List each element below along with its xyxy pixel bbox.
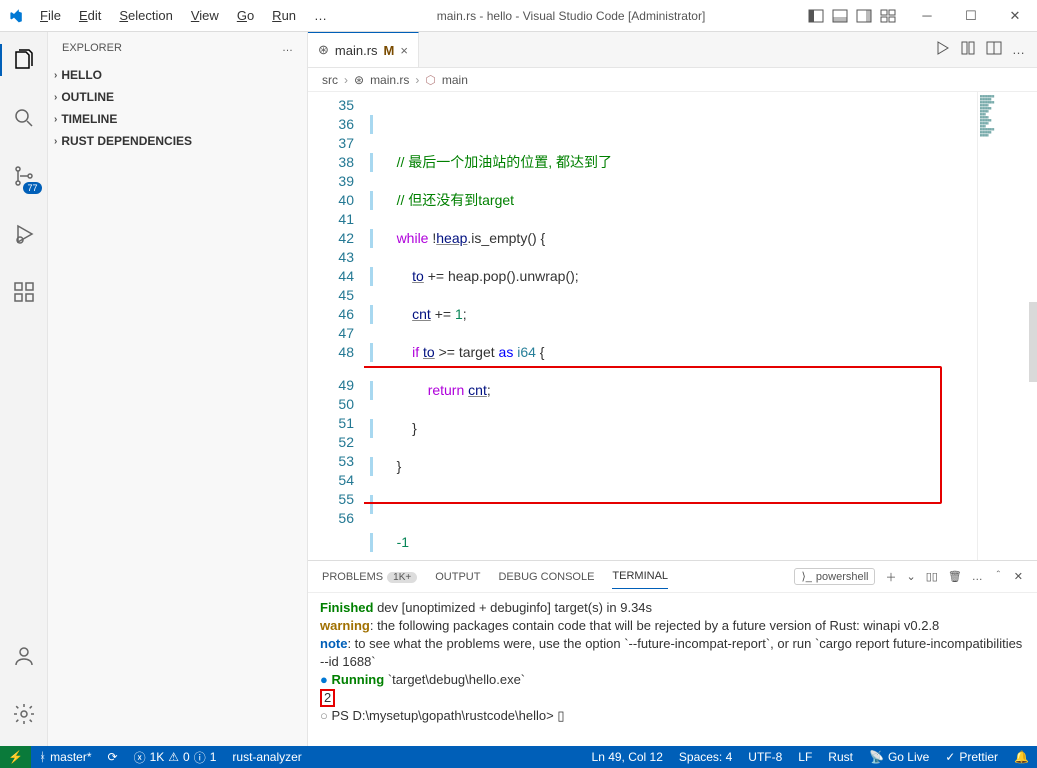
status-bar: ⚡ ᚼ master* ⟳ ⓧ 1K ⚠ 0 ⓘ 1 rust-analyzer…	[0, 746, 1037, 768]
panel-more-icon[interactable]: …	[972, 571, 983, 583]
tab-main-rs[interactable]: ⊛ main.rs M ×	[308, 32, 419, 67]
toggle-panel-icon[interactable]	[831, 7, 849, 25]
status-prettier[interactable]: ✓ Prettier	[937, 750, 1006, 764]
activity-account[interactable]	[0, 636, 48, 676]
rust-file-icon: ⊛	[318, 42, 329, 58]
panel-tabs: PROBLEMS1K+ OUTPUT DEBUG CONSOLE TERMINA…	[308, 561, 1037, 593]
sidebar-explorer: EXPLORER … ›HELLO ›OUTLINE ›TIMELINE ›RU…	[48, 32, 308, 746]
status-golive[interactable]: 📡 Go Live	[861, 750, 937, 764]
status-encoding[interactable]: UTF-8	[740, 750, 790, 764]
panel: PROBLEMS1K+ OUTPUT DEBUG CONSOLE TERMINA…	[308, 560, 1037, 746]
terminal-split-icon[interactable]: ▯▯	[926, 570, 938, 583]
breadcrumbs[interactable]: src› ⊛main.rs› ⬡main	[308, 68, 1037, 92]
status-branch[interactable]: ᚼ master*	[31, 746, 100, 768]
close-button[interactable]: ✕	[993, 0, 1037, 32]
toggle-primary-sidebar-icon[interactable]	[807, 7, 825, 25]
activity-explorer[interactable]	[0, 40, 48, 80]
menu-more[interactable]: …	[306, 4, 335, 27]
scm-badge: 77	[23, 182, 41, 194]
activity-settings[interactable]	[0, 694, 48, 734]
status-notifications[interactable]: 🔔	[1006, 750, 1037, 764]
layout-controls	[807, 7, 905, 25]
status-rust-analyzer[interactable]: rust-analyzer	[224, 746, 309, 768]
split-diff-icon[interactable]	[960, 40, 976, 59]
status-sync[interactable]: ⟳	[100, 746, 126, 768]
panel-tab-problems[interactable]: PROBLEMS1K+	[322, 565, 417, 589]
gutter: 3536373839404142434445464748495051525354…	[308, 92, 364, 560]
menu-selection[interactable]: Selection	[111, 4, 180, 27]
annotation-output-box: 2	[320, 689, 335, 707]
terminal-delete-icon[interactable]: 🗑	[948, 570, 962, 583]
section-outline[interactable]: ›OUTLINE	[48, 86, 307, 108]
customize-layout-icon[interactable]	[879, 7, 897, 25]
status-spaces[interactable]: Spaces: 4	[671, 750, 740, 764]
editor-more-icon[interactable]: …	[1012, 42, 1025, 57]
menu-file[interactable]: FFileile	[32, 4, 69, 27]
activity-bar: 77	[0, 32, 48, 746]
toggle-secondary-sidebar-icon[interactable]	[855, 7, 873, 25]
section-rust-deps[interactable]: ›RUST DEPENDENCIES	[48, 130, 307, 152]
title-bar: FFileile Edit Selection View Go Run … ma…	[0, 0, 1037, 32]
editor-area: ⊛ main.rs M × … src› ⊛main.rs› ⬡main 353…	[308, 32, 1037, 746]
minimize-button[interactable]: ─	[905, 0, 949, 32]
activity-source-control[interactable]: 77	[0, 156, 48, 196]
panel-tab-debug[interactable]: DEBUG CONSOLE	[498, 565, 594, 589]
vscode-icon	[0, 8, 32, 24]
code-editor[interactable]: 3536373839404142434445464748495051525354…	[308, 92, 1037, 560]
maximize-button[interactable]: ☐	[949, 0, 993, 32]
section-timeline[interactable]: ›TIMELINE	[48, 108, 307, 130]
window-title: main.rs - hello - Visual Studio Code [Ad…	[335, 9, 807, 23]
panel-tab-terminal[interactable]: TERMINAL	[612, 564, 668, 589]
code-content[interactable]: // 最后一个加油站的位置, 都达到了 // 但还没有到target while…	[364, 92, 977, 560]
terminal-new-icon[interactable]: ＋	[885, 569, 896, 585]
minimap-scrollbar[interactable]	[1029, 302, 1037, 382]
minimap[interactable]: ████████████████████████████████████████…	[977, 92, 1037, 560]
activity-extensions[interactable]	[0, 272, 48, 312]
tab-dirty-indicator: M	[384, 43, 395, 58]
tab-label: main.rs	[335, 43, 378, 58]
split-editor-icon[interactable]	[986, 40, 1002, 59]
sidebar-header: EXPLORER …	[48, 32, 307, 64]
menu-go[interactable]: Go	[229, 4, 262, 27]
activity-run-debug[interactable]	[0, 214, 48, 254]
terminal-shell-select[interactable]: ⟩_ powershell	[794, 568, 875, 585]
status-cursor[interactable]: Ln 49, Col 12	[584, 750, 671, 764]
section-hello[interactable]: ›HELLO	[48, 64, 307, 86]
menu-run[interactable]: Run	[264, 4, 304, 27]
tabs-row: ⊛ main.rs M × …	[308, 32, 1037, 68]
run-icon[interactable]	[934, 40, 950, 59]
status-language[interactable]: Rust	[820, 750, 861, 764]
status-remote[interactable]: ⚡	[0, 746, 31, 768]
panel-tab-output[interactable]: OUTPUT	[435, 565, 480, 589]
tab-close-icon[interactable]: ×	[400, 43, 408, 58]
menu-bar: FFileile Edit Selection View Go Run …	[32, 4, 335, 27]
panel-close-icon[interactable]: ✕	[1014, 570, 1023, 583]
panel-maximize-icon[interactable]: ＾	[993, 569, 1004, 585]
menu-edit[interactable]: Edit	[71, 4, 109, 27]
terminal[interactable]: Finished dev [unoptimized + debuginfo] t…	[308, 593, 1037, 746]
activity-search[interactable]	[0, 98, 48, 138]
terminal-dropdown-icon[interactable]: ⌄	[906, 570, 915, 583]
sidebar-more-icon[interactable]: …	[282, 42, 293, 54]
status-problems[interactable]: ⓧ 1K ⚠ 0 ⓘ 1	[126, 746, 225, 768]
status-eol[interactable]: LF	[790, 750, 820, 764]
menu-view[interactable]: View	[183, 4, 227, 27]
window-controls: ─ ☐ ✕	[905, 0, 1037, 32]
